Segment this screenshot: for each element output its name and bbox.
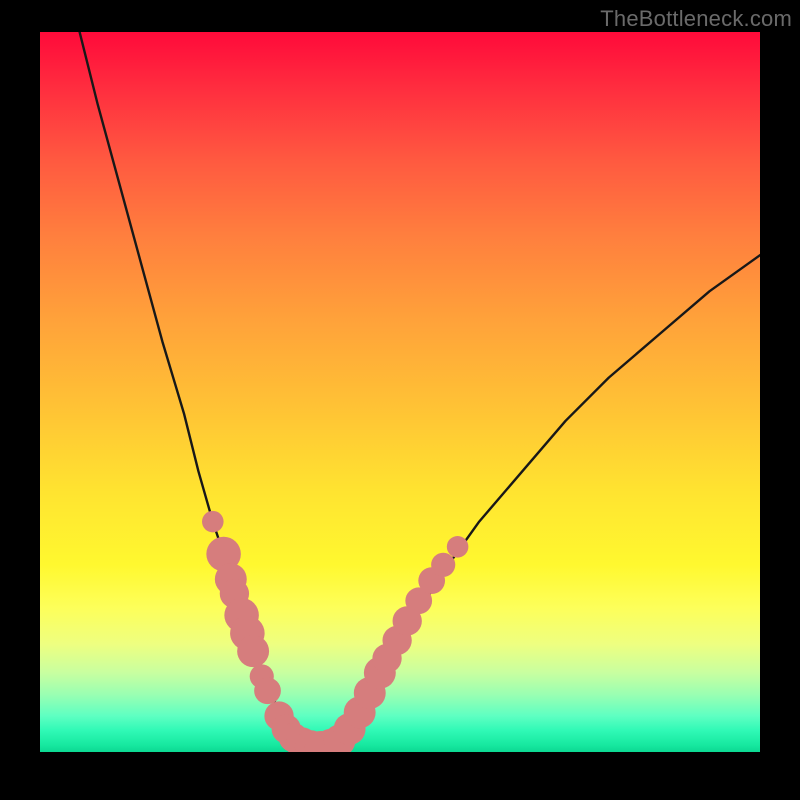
chart-frame: TheBottleneck.com — [0, 0, 800, 800]
curve-layer — [80, 32, 760, 749]
marker-dot-layer — [202, 511, 468, 752]
watermark-text: TheBottleneck.com — [600, 6, 792, 32]
plot-area — [40, 32, 760, 752]
marker-dot — [447, 536, 469, 558]
marker-dot — [237, 635, 269, 667]
marker-dot — [202, 511, 224, 533]
chart-svg — [40, 32, 760, 752]
bottleneck-curve — [80, 32, 760, 749]
marker-dot — [431, 553, 455, 577]
marker-dot — [254, 677, 281, 704]
